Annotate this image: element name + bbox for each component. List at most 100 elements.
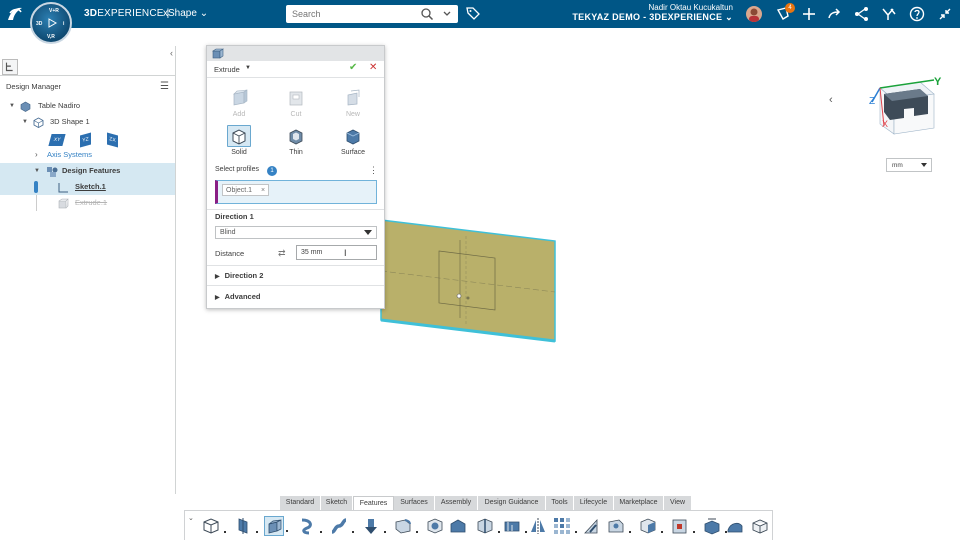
search-options-chevron-icon[interactable] (440, 7, 454, 21)
tab-lifecycle[interactable]: Lifecycle (574, 496, 614, 510)
hamburger-menu-icon[interactable]: ☰ (160, 81, 169, 92)
add-icon[interactable] (800, 5, 818, 23)
user-name: Nadir Oktau Kucukaltun (648, 3, 734, 12)
view-cube[interactable]: Y Z X (862, 72, 948, 142)
face-delete-icon[interactable] (638, 516, 663, 536)
tree-item-table-nadiro[interactable]: ▼ Table Nadiro (0, 98, 175, 114)
box-primitive-icon[interactable] (201, 516, 226, 536)
offset-surface-icon[interactable] (725, 516, 745, 536)
expand-arrow-icon[interactable]: ▼ (9, 98, 15, 114)
surface-option[interactable]: Surface (333, 125, 373, 156)
expand-arrow-icon[interactable]: ▼ (34, 163, 40, 179)
chevron-down-icon[interactable]: ⌄ (188, 514, 194, 522)
mirror-icon[interactable] (528, 516, 548, 536)
tree-item-extrude[interactable]: Extrude.1 (0, 195, 175, 211)
tab-assembly[interactable]: Assembly (435, 496, 478, 510)
tab-features[interactable]: Features (353, 496, 394, 510)
tree-item-label: Design Features (62, 166, 121, 175)
distance-label: Distance (215, 249, 245, 258)
units-select[interactable]: mm (886, 158, 932, 172)
divider (207, 209, 384, 210)
tree-item-3d-shape[interactable]: ▼ 3D Shape 1 (0, 114, 175, 130)
help-icon[interactable] (908, 5, 926, 23)
ds-logo-icon[interactable] (5, 4, 25, 24)
tab-standard[interactable]: Standard (280, 496, 321, 510)
distance-input[interactable]: 35 mm I (296, 245, 377, 260)
shell-icon[interactable] (425, 516, 445, 536)
tree-item-sketch[interactable]: Sketch.1 (0, 179, 175, 195)
tree-line (36, 195, 37, 211)
profile-chip[interactable]: Object.1 × (222, 184, 270, 196)
search-input[interactable] (292, 8, 412, 20)
split-icon[interactable] (475, 516, 500, 536)
new-option[interactable]: New (333, 87, 373, 118)
cube-icon[interactable] (750, 516, 770, 536)
draft-icon[interactable] (448, 516, 468, 536)
tree-item-label: 3D Shape 1 (50, 117, 90, 126)
avatar[interactable] (746, 6, 762, 22)
add-label: Add (232, 111, 246, 118)
extrude-tool-icon[interactable] (264, 516, 288, 536)
title-dropdown-icon[interactable]: ▼ (245, 65, 251, 71)
yz-plane-icon[interactable]: YZ (80, 132, 91, 148)
stiffener-icon[interactable] (581, 516, 601, 536)
tab-sketch[interactable]: Sketch (321, 496, 353, 510)
collapse-panel-chevron-icon[interactable]: ‹ (170, 48, 173, 58)
thicken-icon[interactable] (502, 516, 527, 536)
fillet-icon[interactable] (393, 516, 418, 536)
direction1-type-select[interactable]: Blind (215, 226, 377, 239)
xy-plane-icon[interactable]: XY (48, 134, 66, 146)
tree-item-design-features[interactable]: ▼ Design Features (0, 163, 175, 179)
remove-chip-icon[interactable]: × (261, 185, 265, 196)
user-info[interactable]: Nadir Oktau Kucukaltun TEKYAZ DEMO - 3DE… (473, 3, 733, 23)
more-options-icon[interactable]: ⋮ (369, 165, 378, 176)
pad-down-icon[interactable] (361, 516, 386, 536)
cut-option[interactable]: Cut (276, 87, 316, 118)
expand-arrow-icon[interactable]: ▼ (22, 114, 28, 130)
add-option[interactable]: Add (219, 87, 259, 118)
thin-option[interactable]: Thin (276, 125, 316, 156)
close-icon[interactable]: ✕ (369, 62, 377, 73)
axis-x-label: X (882, 119, 888, 129)
zx-plane-icon[interactable]: ZX (107, 132, 118, 148)
active-marker (34, 181, 38, 193)
tab-design-guidance[interactable]: Design Guidance (478, 496, 546, 510)
direction1-heading: Direction 1 (215, 212, 254, 221)
solid-option[interactable]: Solid (219, 125, 259, 156)
replace-face-icon[interactable] (702, 516, 727, 536)
compass-widget[interactable]: V+R 3D i V,R (30, 2, 72, 44)
axis-z-label: Z (869, 96, 875, 107)
divider (207, 77, 384, 78)
chevron-right-icon[interactable]: › (35, 147, 38, 163)
flip-direction-icon[interactable]: ⇄ (278, 248, 286, 259)
pattern-icon[interactable] (552, 516, 577, 536)
advanced-section[interactable]: ▶ Advanced (215, 292, 260, 301)
sketch-plate[interactable] (376, 214, 560, 346)
plane-icon[interactable] (233, 516, 258, 536)
panel-title: Design Manager (6, 82, 62, 91)
forward-icon[interactable] (826, 5, 844, 23)
hole-icon[interactable] (606, 516, 631, 536)
tab-tools[interactable]: Tools (546, 496, 574, 510)
collapse-fullscreen-icon[interactable] (936, 5, 954, 23)
expand-triangle-icon: ▶ (215, 295, 220, 301)
divider (207, 265, 384, 266)
community-icon[interactable] (880, 5, 898, 23)
app-switcher[interactable]: xShape ⌄ (163, 8, 208, 19)
tree-item-axis-systems[interactable]: › Axis Systems (0, 147, 175, 163)
tree-tab-icon[interactable] (2, 59, 18, 75)
remove-face-icon[interactable] (670, 516, 695, 536)
compass-right-label: i (63, 21, 65, 27)
search-icon[interactable] (420, 7, 434, 21)
tab-marketplace[interactable]: Marketplace (614, 496, 664, 510)
revolve-icon[interactable] (297, 516, 322, 536)
profile-selection-field[interactable]: Object.1 × (215, 180, 377, 204)
ok-check-icon[interactable]: ✔ (349, 62, 357, 73)
sweep-icon[interactable] (329, 516, 354, 536)
share-icon[interactable] (853, 5, 871, 23)
panel-header[interactable] (207, 46, 384, 61)
tab-view[interactable]: View (664, 496, 692, 510)
direction2-section[interactable]: ▶ Direction 2 (215, 271, 263, 280)
tab-surfaces[interactable]: Surfaces (394, 496, 435, 510)
chevron-left-icon[interactable]: ‹ (829, 94, 833, 106)
